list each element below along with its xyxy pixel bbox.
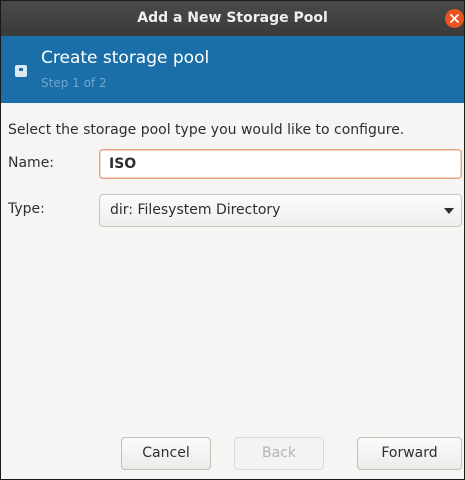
wizard-title: Create storage pool: [41, 48, 210, 68]
chevron-down-icon: [444, 208, 454, 214]
wizard-header: Create storage pool Step 1 of 2: [1, 36, 464, 103]
wizard-step: Step 1 of 2: [41, 76, 107, 90]
instruction-text: Select the storage pool type you would l…: [8, 122, 405, 138]
cancel-button[interactable]: Cancel: [121, 437, 211, 470]
window-title: Add a New Storage Pool: [137, 10, 328, 26]
close-button[interactable]: [445, 9, 464, 28]
type-selected-value: dir: Filesystem Directory: [110, 202, 281, 218]
storage-pool-icon: [15, 65, 27, 77]
add-storage-pool-dialog: Add a New Storage Pool Create storage po…: [0, 0, 465, 480]
name-input[interactable]: [99, 149, 462, 179]
type-dropdown[interactable]: dir: Filesystem Directory: [99, 194, 462, 227]
name-label: Name:: [8, 155, 55, 171]
title-bar: Add a New Storage Pool: [1, 1, 464, 36]
type-label: Type:: [8, 201, 45, 217]
back-button[interactable]: Back: [234, 437, 324, 470]
forward-button[interactable]: Forward: [357, 437, 462, 470]
close-icon: [450, 14, 459, 23]
